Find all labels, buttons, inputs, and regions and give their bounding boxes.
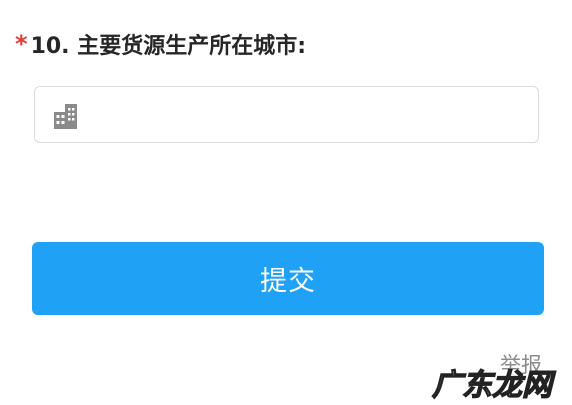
question-title-row: * 10. 主要货源生产所在城市: (15, 28, 306, 60)
city-input[interactable] (95, 87, 529, 144)
watermark-text: 广东龙网 (431, 367, 552, 403)
city-input-field[interactable] (34, 86, 539, 144)
building-icon (54, 104, 77, 129)
submit-button[interactable]: 提交 (32, 242, 544, 315)
question-title: 10. 主要货源生产所在城市: (30, 34, 306, 59)
required-asterisk: * (15, 30, 28, 58)
